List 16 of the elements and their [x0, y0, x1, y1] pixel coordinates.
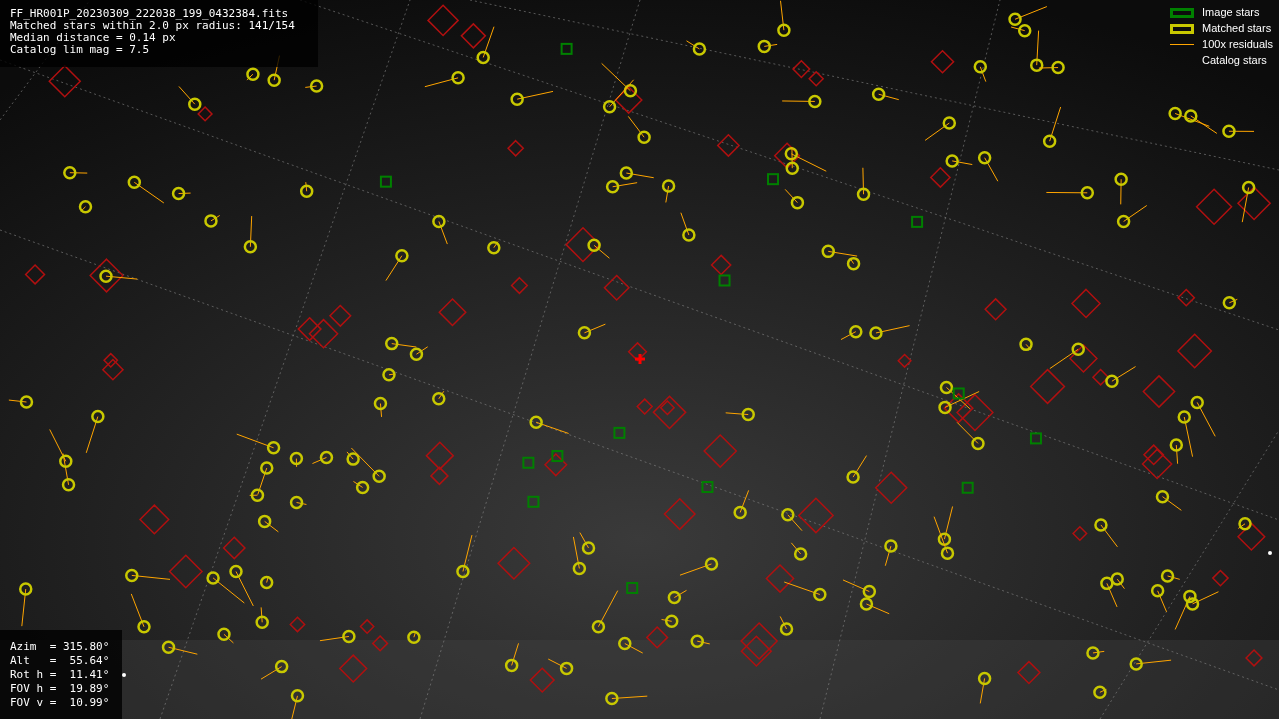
info-text: FF_HR001P_20230309_222038_199_0432384.fits: [10, 8, 289, 20]
info-text: FOV v = 10.99°: [10, 696, 110, 710]
legend-label: Image stars: [1202, 6, 1260, 19]
info-text: Azim = 315.80°: [10, 640, 110, 654]
legend-label: 100x residuals: [1202, 38, 1273, 51]
info-text: Rot h = 11.41°: [10, 668, 110, 682]
legend-swatch: [1170, 23, 1195, 34]
info-text: Catalog lim mag = 7.5: [10, 44, 150, 56]
legend-label: Matched stars: [1202, 22, 1272, 35]
legend-label: Catalog stars: [1202, 54, 1267, 67]
info-text: Median distance = 0.14 px: [10, 32, 176, 44]
info-text: FOV h = 19.89°: [10, 682, 110, 696]
legend-line: [1170, 44, 1195, 45]
legend-swatch: [1170, 7, 1195, 18]
info-text: Matched stars within 2.0 px radius: 141/154: [10, 20, 295, 32]
info-text: Alt = 55.64°: [10, 654, 110, 668]
